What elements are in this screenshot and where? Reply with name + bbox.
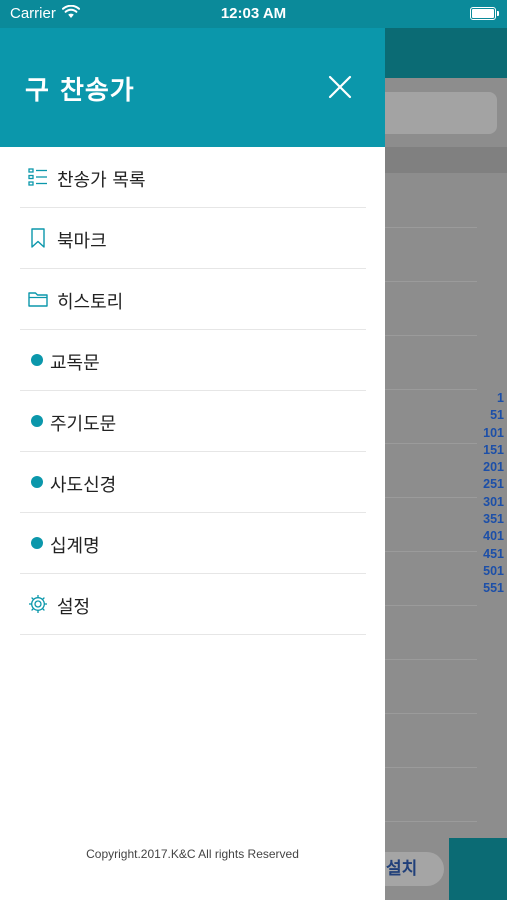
menu-item-ten-commandments[interactable]: 십계명 [20,513,366,574]
menu-item-label: 주기도문 [50,414,117,435]
section-index-item[interactable]: 351 [464,511,504,528]
menu-item-label: 설정 [57,597,91,618]
background-row-divider [385,767,477,768]
close-icon [328,75,352,99]
section-index-item[interactable]: 451 [464,546,504,563]
side-drawer: 구 찬송가 찬송가 목록 북마크 히스토리 교독문 주기도문 사도신경 십계명 … [0,0,385,900]
dot-icon [31,415,43,427]
battery-icon [470,7,499,20]
section-index-item[interactable]: 151 [464,442,504,459]
section-index-item[interactable]: 51 [464,407,504,424]
menu-item-responsive-reading[interactable]: 교독문 [20,330,366,391]
gear-icon [29,595,47,613]
menu-item-lords-prayer[interactable]: 주기도문 [20,391,366,452]
menu-item-label: 북마크 [57,231,107,252]
status-bar: Carrier 12:03 AM [0,0,507,28]
menu-item-label: 히스토리 [57,292,124,313]
close-button[interactable] [321,68,359,106]
menu-item-label: 찬송가 목록 [57,170,146,191]
menu-item-label: 교독문 [50,353,100,374]
section-index-item[interactable]: 1 [464,390,504,407]
menu-item-history[interactable]: 히스토리 [20,269,366,330]
section-index-item[interactable]: 101 [464,425,504,442]
background-row-divider [385,335,477,336]
menu-item-label: 십계명 [50,536,100,557]
drawer-title: 구 찬송가 [25,76,135,106]
background-row-divider [385,281,477,282]
background-row-divider [385,659,477,660]
background-row-divider [385,605,477,606]
background-row-divider [385,821,477,822]
list-icon [28,168,47,186]
section-index-item[interactable]: 551 [464,580,504,597]
dot-icon [31,476,43,488]
folder-icon [28,292,48,307]
menu-item-apostles-creed[interactable]: 사도신경 [20,452,366,513]
section-index[interactable]: 1 51 101 151 201 251 301 351 401 451 501… [464,390,504,598]
menu-item-bookmark[interactable]: 북마크 [20,208,366,269]
background-corner [449,838,507,900]
menu-item-label: 사도신경 [50,475,117,496]
section-index-item[interactable]: 301 [464,494,504,511]
drawer-menu: 찬송가 목록 북마크 히스토리 교독문 주기도문 사도신경 십계명 설정 [20,147,366,635]
bookmark-icon [31,228,45,248]
section-index-item[interactable]: 201 [464,459,504,476]
dot-icon [31,537,43,549]
section-index-item[interactable]: 501 [464,563,504,580]
copyright-text: Copyright.2017.K&C All rights Reserved [86,847,299,861]
section-index-item[interactable]: 401 [464,528,504,545]
dot-icon [31,354,43,366]
menu-item-settings[interactable]: 설정 [20,574,366,635]
background-row-divider [385,227,477,228]
background-row-divider [385,713,477,714]
menu-item-hymn-list[interactable]: 찬송가 목록 [20,147,366,208]
status-time: 12:03 AM [220,5,287,22]
section-index-item[interactable]: 251 [464,476,504,493]
